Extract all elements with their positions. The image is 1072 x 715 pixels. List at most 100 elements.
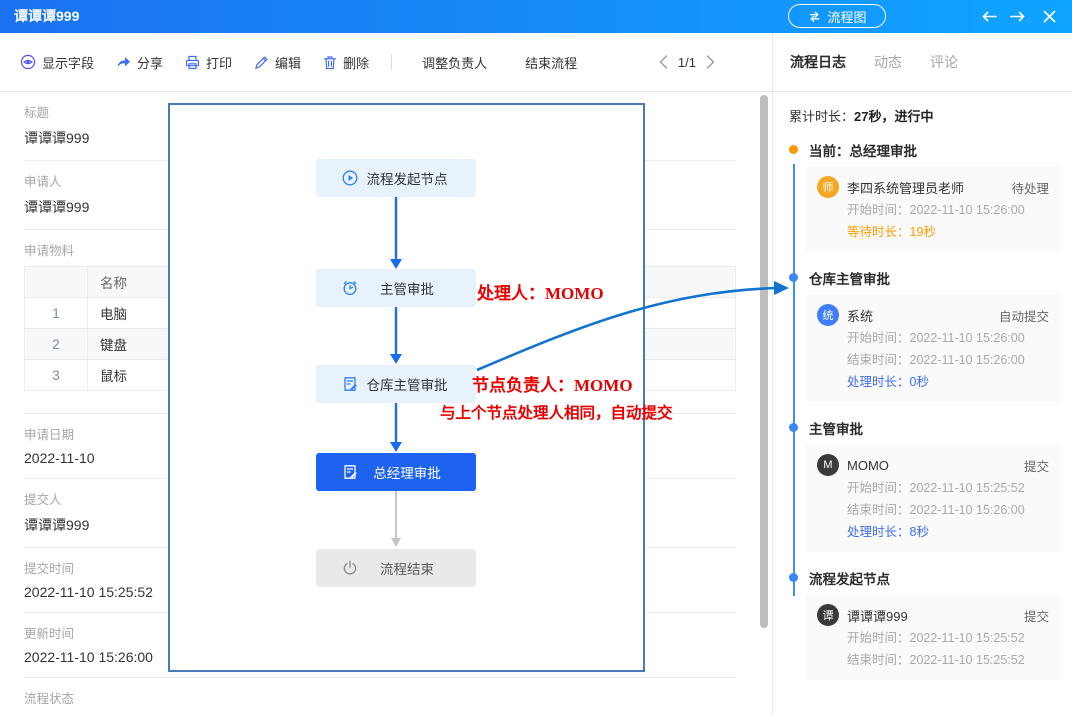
close-icon[interactable] — [1036, 0, 1062, 33]
entry-start-time: 开始时间：2022-11-10 15:26:00 — [817, 327, 1049, 349]
window-title: 谭谭谭999 — [14, 0, 79, 33]
toolbar-divider — [391, 54, 392, 70]
display-fields-label: 显示字段 — [42, 53, 94, 72]
entry-name: 李四系统管理员老师 — [847, 178, 1003, 197]
flow-node-supervisor[interactable]: 主管审批 — [316, 269, 476, 307]
timeline-section-header: 当前：总经理审批 — [789, 140, 1072, 159]
end-process-button[interactable]: 结束流程 — [525, 53, 577, 72]
section-dot — [789, 573, 798, 582]
total-duration-value: 27秒 — [854, 109, 881, 124]
next-page-icon[interactable] — [706, 55, 715, 69]
end-process-label: 结束流程 — [525, 53, 577, 72]
flowchart-button[interactable]: 流程图 — [788, 4, 886, 28]
field-process-status: 流程状态 进行中 — [24, 678, 736, 715]
delete-label: 删除 — [343, 53, 369, 72]
entry-name: 系统 — [847, 306, 991, 325]
entry-status: 提交 — [1024, 456, 1049, 475]
back-icon[interactable] — [980, 8, 998, 26]
adjust-owner-button[interactable]: 调整负责人 — [422, 53, 487, 72]
flow-node-gm[interactable]: 总经理审批 — [316, 453, 476, 491]
flowchart-button-label: 流程图 — [827, 7, 866, 26]
log-card: 谭 谭谭谭999 提交 开始时间：2022-11-10 15:25:52 结束时… — [805, 594, 1061, 680]
node-label: 仓库主管审批 — [345, 374, 448, 394]
share-label: 分享 — [137, 53, 163, 72]
total-duration: 累计时长：27秒，进行中 — [789, 106, 1072, 124]
timeline-section-header: 流程发起节点 — [789, 568, 1072, 587]
forward-icon[interactable] — [1008, 8, 1026, 26]
tab-comments[interactable]: 评论 — [930, 52, 958, 72]
delete-button[interactable]: 删除 — [323, 53, 369, 72]
entry-status: 自动提交 — [999, 306, 1049, 325]
page-indicator: 1/1 — [678, 55, 696, 70]
log-entry-header: 统 系统 自动提交 — [817, 303, 1049, 327]
log-entry-header: 师 李四系统管理员老师 待处理 — [817, 175, 1049, 199]
section-title: 仓库主管审批 — [809, 268, 890, 288]
node-approve-icon — [342, 464, 358, 480]
node-label: 总经理审批 — [351, 462, 441, 482]
toolbar-actions: 显示字段 分享 打印 编辑 — [0, 33, 773, 91]
print-button[interactable]: 打印 — [185, 53, 232, 72]
timeline-section-header: 主管审批 — [789, 418, 1072, 437]
row-index: 1 — [25, 298, 88, 329]
prev-page-icon[interactable] — [659, 55, 668, 69]
title-bar: 谭谭谭999 流程图 — [0, 0, 1072, 33]
workflow-detail-window: 谭谭谭999 流程图 — [0, 0, 1072, 715]
log-entry-header: 谭 谭谭谭999 提交 — [817, 603, 1049, 627]
section-title: 流程发起节点 — [809, 568, 890, 588]
print-label: 打印 — [206, 53, 232, 72]
display-fields-icon — [20, 54, 36, 70]
index-header-cell — [25, 267, 88, 298]
flowchart-overlay: 流程发起节点 主管审批 仓库主管审批 总经理审批 流程结束 — [168, 103, 645, 672]
edit-label: 编辑 — [275, 53, 301, 72]
flowchart-button-icon — [807, 9, 821, 23]
entry-name: 谭谭谭999 — [847, 606, 1016, 625]
nav-arrows — [980, 0, 1026, 33]
edit-icon — [254, 55, 269, 70]
process-log-panel: 累计时长：27秒，进行中 当前：总经理审批 师 李四系统管理员老师 待处理 开始… — [773, 92, 1072, 715]
avatar: 统 — [817, 304, 839, 326]
entry-end-time: 结束时间：2022-11-10 15:26:00 — [817, 499, 1049, 521]
timeline-line — [793, 164, 795, 596]
node-label: 流程发起节点 — [345, 168, 448, 188]
timeline-section-header: 仓库主管审批 — [789, 268, 1072, 287]
node-label: 主管审批 — [358, 278, 434, 298]
node-end-icon — [342, 560, 358, 576]
node-label: 流程结束 — [358, 558, 434, 578]
log-entry-header: M MOMO 提交 — [817, 453, 1049, 477]
flow-node-warehouse[interactable]: 仓库主管审批 — [316, 365, 476, 403]
share-button[interactable]: 分享 — [116, 53, 163, 72]
section-title: 当前：总经理审批 — [809, 140, 917, 160]
section-dot — [789, 273, 798, 282]
display-fields-button[interactable]: 显示字段 — [20, 53, 94, 72]
process-status-inline: ，进行中 — [881, 109, 933, 124]
main-scrollbar[interactable] — [760, 95, 768, 628]
entry-status: 提交 — [1024, 606, 1049, 625]
entry-wait-duration: 等待时长：19秒 — [817, 221, 1049, 243]
entry-start-time: 开始时间：2022-11-10 15:25:52 — [817, 477, 1049, 499]
current-dot — [789, 145, 798, 154]
tab-activity[interactable]: 动态 — [874, 52, 902, 72]
avatar: 谭 — [817, 604, 839, 626]
tab-process-log[interactable]: 流程日志 — [790, 52, 846, 72]
section-dot — [789, 423, 798, 432]
entry-start-time: 开始时间：2022-11-10 15:26:00 — [817, 199, 1049, 221]
row-index: 2 — [25, 329, 88, 360]
node-clock-icon — [342, 280, 358, 296]
total-duration-label: 累计时长： — [789, 109, 854, 124]
entry-duration: 处理时长：8秒 — [817, 521, 1049, 543]
adjust-owner-label: 调整负责人 — [422, 53, 487, 72]
log-tabs: 流程日志 动态 评论 — [790, 33, 958, 91]
edit-button[interactable]: 编辑 — [254, 53, 301, 72]
flow-node-start[interactable]: 流程发起节点 — [316, 159, 476, 197]
entry-name: MOMO — [847, 458, 1016, 473]
flow-node-end[interactable]: 流程结束 — [316, 549, 476, 587]
row-index: 3 — [25, 360, 88, 391]
timeline: 当前：总经理审批 师 李四系统管理员老师 待处理 开始时间：2022-11-10… — [789, 140, 1072, 680]
entry-status: 待处理 — [1011, 178, 1049, 197]
toolbar: 显示字段 分享 打印 编辑 — [0, 33, 1072, 92]
avatar: 师 — [817, 176, 839, 198]
node-start-icon — [342, 170, 358, 186]
entry-end-time: 结束时间：2022-11-10 15:25:52 — [817, 649, 1049, 671]
delete-icon — [323, 55, 337, 70]
log-card: 师 李四系统管理员老师 待处理 开始时间：2022-11-10 15:26:00… — [805, 166, 1061, 252]
